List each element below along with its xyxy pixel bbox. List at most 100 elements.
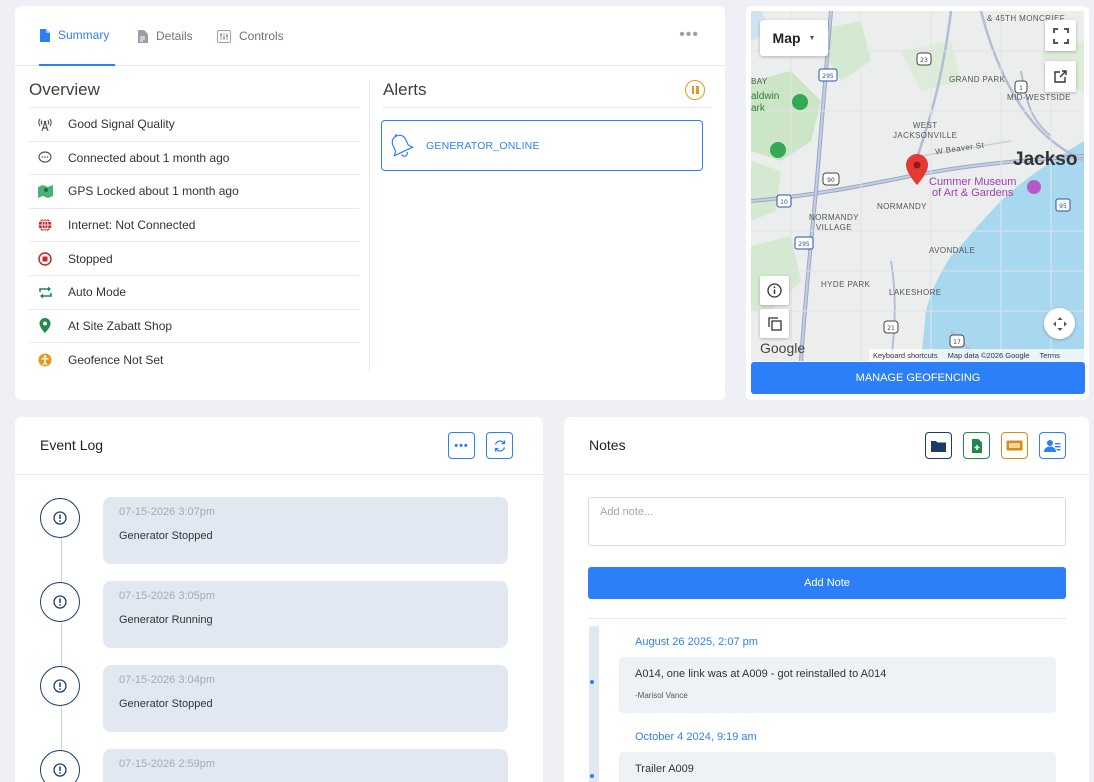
- alerts-title: Alerts: [383, 80, 427, 99]
- alert-circle-icon: [53, 595, 67, 609]
- event-log-refresh-button[interactable]: [486, 432, 513, 459]
- list-item: At Site Zabatt Shop: [29, 310, 359, 344]
- alert-circle-icon: [53, 511, 67, 525]
- map-view[interactable]: 295 23 1 90 10 295 95 21 17 & 45TH MONCR…: [751, 11, 1084, 361]
- more-menu-button[interactable]: •••: [679, 27, 699, 43]
- map-label-city: Jackso: [1013, 149, 1078, 170]
- map-type-label: Map: [772, 30, 801, 46]
- notes-timeline: [589, 626, 599, 782]
- keyboard-shortcuts-link[interactable]: Keyboard shortcuts: [873, 351, 938, 360]
- notes-title: Notes: [589, 437, 626, 453]
- map-label-hyde-park: HYDE PARK: [821, 280, 871, 289]
- open-external-button[interactable]: [1045, 61, 1076, 92]
- sliders-icon: [217, 29, 231, 43]
- fullscreen-button[interactable]: [1045, 20, 1076, 51]
- note-author: -Marisol Vance: [635, 691, 688, 700]
- map-attribution: Keyboard shortcuts Map data ©2026 Google…: [869, 349, 1084, 361]
- svg-text:95: 95: [1059, 203, 1067, 210]
- add-note-input[interactable]: [588, 497, 1066, 546]
- map-type-button[interactable]: Map ▼: [760, 20, 828, 56]
- svg-text:90: 90: [827, 177, 835, 184]
- note-marker: [590, 774, 594, 778]
- folder-icon: [931, 440, 946, 452]
- alerts-divider: [383, 107, 711, 108]
- overview-label: Geofence Not Set: [68, 352, 164, 367]
- alert-circle-icon: [53, 763, 67, 777]
- overview-label: Stopped: [68, 251, 113, 266]
- timeline-line: [61, 517, 62, 782]
- terms-link[interactable]: Terms: [1039, 351, 1059, 360]
- overview-label: Good Signal Quality: [68, 117, 175, 132]
- overview-label: GPS Locked about 1 month ago: [68, 184, 239, 199]
- map-label-baldwin: aldwin ark: [751, 91, 780, 114]
- ticket-icon: [1006, 440, 1023, 451]
- list-item: Stopped: [29, 242, 359, 276]
- note-date: October 4 2024, 9:19 am: [635, 731, 757, 743]
- svg-text:295: 295: [798, 241, 810, 248]
- svg-text:23: 23: [920, 57, 928, 64]
- overview-list: Good Signal Quality Connected about 1 mo…: [29, 108, 359, 377]
- add-note-button[interactable]: Add Note: [588, 567, 1066, 599]
- repeat-icon: [29, 286, 68, 299]
- list-item: Connected about 1 month ago: [29, 142, 359, 176]
- overview-label: At Site Zabatt Shop: [68, 318, 173, 333]
- manage-geofencing-button[interactable]: MANAGE GEOFENCING: [751, 362, 1085, 394]
- map-label-normandy: NORMANDY: [877, 202, 927, 211]
- info-icon: [767, 283, 782, 298]
- file-plus-icon: [971, 438, 982, 453]
- svg-text:10: 10: [780, 199, 788, 206]
- map-layers-button[interactable]: [760, 309, 789, 338]
- map-label-museum: Cummer Museum of Art & Gardens: [929, 176, 1017, 199]
- map-info-button[interactable]: [760, 276, 789, 305]
- list-item: Good Signal Quality: [29, 108, 359, 142]
- pause-alerts-button[interactable]: [685, 80, 705, 100]
- map-label-avondale: AVONDALE: [929, 246, 976, 255]
- caret-down-icon: ▼: [808, 34, 816, 42]
- notes-ticket-button[interactable]: [1001, 432, 1028, 459]
- map-pan-control[interactable]: [1044, 308, 1075, 339]
- pause-icon: [691, 86, 694, 94]
- tab-details[interactable]: Details: [137, 6, 193, 66]
- event-log-more-button[interactable]: •••: [448, 432, 475, 459]
- tab-controls[interactable]: Controls: [217, 6, 284, 66]
- pin-icon: [29, 318, 68, 334]
- map-icon: [29, 184, 68, 198]
- notes-folder-button[interactable]: [925, 432, 952, 459]
- alert-circle-icon: [53, 679, 67, 693]
- notes-add-file-button[interactable]: [963, 432, 990, 459]
- pause-icon-bar: [696, 86, 699, 94]
- tab-summary[interactable]: Summary: [39, 6, 115, 66]
- ellipsis-icon: •••: [454, 439, 469, 452]
- antenna-icon: [29, 117, 68, 132]
- event-date: 07-15-2026 3:07pm: [119, 506, 216, 518]
- notes-contacts-button[interactable]: [1039, 432, 1066, 459]
- event-marker: [40, 582, 80, 622]
- list-item: Geofence Not Set: [29, 343, 359, 377]
- overview-label: Connected about 1 month ago: [68, 150, 230, 165]
- event-log-header: Event Log •••: [15, 417, 543, 475]
- overview-label: Auto Mode: [68, 285, 127, 300]
- map-label-bay: BAY: [751, 77, 768, 86]
- alert-item[interactable]: GENERATOR_ONLINE: [381, 120, 703, 171]
- map-card: 295 23 1 90 10 295 95 21 17 & 45TH MONCR…: [746, 6, 1089, 400]
- note-item: Trailer A009: [619, 752, 1056, 782]
- event-marker: [40, 750, 80, 782]
- event-text: Generator Stopped: [119, 530, 213, 542]
- event-log-card: Event Log ••• 07-15-2026 3:07pm Generato…: [15, 417, 543, 782]
- details-icon: [138, 29, 148, 43]
- copy-icon: [767, 316, 782, 331]
- event-text: Generator Stopped: [119, 698, 213, 710]
- svg-text:21: 21: [887, 325, 895, 332]
- event-date: 07-15-2026 2:59pm: [119, 758, 216, 770]
- svg-text:295: 295: [822, 73, 834, 80]
- document-icon: [40, 28, 50, 42]
- tab-controls-label: Controls: [239, 29, 284, 43]
- notes-card: Notes Add Note August 26 2025, 2:07 pm A…: [564, 417, 1089, 782]
- summary-card: Summary Details Controls ••• Overview Go…: [15, 6, 725, 400]
- event-item: 07-15-2026 3:04pm Generator Stopped: [103, 665, 508, 732]
- svg-text:1: 1: [1019, 85, 1023, 92]
- stop-icon: [29, 251, 68, 266]
- note-text: A014, one link was at A009 - got reinsta…: [635, 668, 887, 680]
- overview-label: Internet: Not Connected: [68, 218, 196, 233]
- bell-icon: [391, 133, 414, 157]
